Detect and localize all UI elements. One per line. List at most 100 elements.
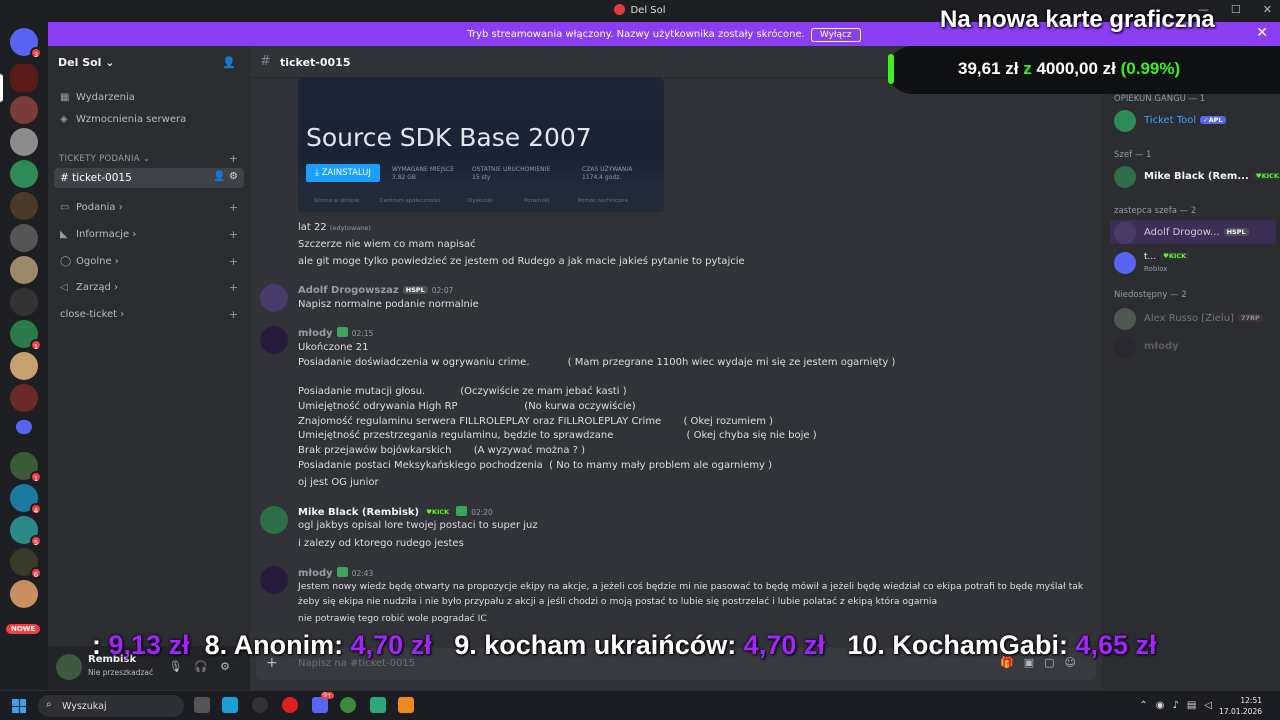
message-line: Znajomość regulaminu serwera FILLROLEPLA… (298, 416, 774, 427)
opera-icon[interactable] (282, 697, 298, 713)
channel-ticket-0015[interactable]: # ticket-0015 👤 ⚙ (54, 168, 244, 188)
server-boosts-link[interactable]: ◈ Wzmocnienia serwera (60, 114, 186, 125)
unread-badge: 1 (30, 471, 42, 483)
windows-start-icon[interactable] (12, 699, 26, 713)
app-icon[interactable] (398, 697, 414, 713)
role-badge-icon (336, 567, 348, 577)
task-view-icon[interactable] (194, 697, 210, 713)
steam-screenshot-attachment[interactable]: Source SDK Base 2007 ⤓ ZAINSTALUJ WYMAGA… (298, 78, 664, 212)
network-icon[interactable]: ▤ (1187, 700, 1204, 711)
message-line: Posiadanie mutacji głosu. (Oczywiście ze… (298, 386, 627, 397)
category-close-ticket[interactable]: close-ticket › (60, 309, 124, 320)
message-line: Napisz normalne podanie normalnie (298, 299, 479, 310)
top-donors-ticker: : 9,13 zł 8. Anonim: 4,70 zł 9. kocham u… (92, 630, 1157, 670)
server-icon[interactable] (10, 160, 38, 188)
category-informacje[interactable]: ◣ Informacje › (60, 229, 136, 240)
new-badge[interactable]: NOWE (6, 624, 41, 634)
donation-goal-box: 39,61 zł z 4000,00 zł (0.99%) (888, 46, 1280, 94)
maximize-icon[interactable]: ☐ (1231, 3, 1241, 16)
discord-tray-icon[interactable]: ◉ (1156, 700, 1173, 711)
taskbar-search[interactable]: ⌕ Wyszukaj (38, 695, 184, 717)
create-channel-icon[interactable]: + (229, 255, 238, 268)
server-del-sol[interactable] (10, 64, 38, 92)
discord-home-icon[interactable]: 3 (10, 28, 42, 59)
server-icon[interactable]: 1 (10, 452, 42, 483)
avatar[interactable] (260, 506, 288, 534)
server-icon[interactable]: 5 (10, 516, 42, 547)
donor-label: : (92, 630, 101, 660)
server-icon[interactable] (10, 288, 38, 316)
message-line: nie potrawię tego robić wole pogradać IC (298, 613, 487, 624)
windows-taskbar: ⌕ Wyszukaj 9+ ⌃◉♪▤◁ 12:51 17.01.2026 (0, 690, 1280, 720)
server-icon[interactable]: 6 (10, 548, 42, 579)
message-line: Umiejętność przestrzegania regulaminu, b… (298, 430, 817, 441)
message-author[interactable]: młody (298, 568, 333, 579)
donor-amount: 4,65 zł (1075, 630, 1157, 660)
category-podania[interactable]: ▭ Podania › (60, 202, 123, 213)
app-icon[interactable] (222, 697, 238, 713)
text-channel-icon: # (60, 172, 69, 184)
member-group-header: Niedostępny — 2 (1114, 290, 1187, 300)
gear-icon[interactable]: ⚙ (229, 171, 238, 182)
category-zarzad[interactable]: ◁ Zarząd › (60, 282, 118, 293)
message-timestamp: 02:15 (351, 329, 374, 338)
chrome-icon[interactable] (340, 697, 356, 713)
close-window-icon[interactable]: ✕ (1263, 3, 1272, 16)
member-group-header: Szef — 1 (1114, 150, 1152, 160)
stat-value: 1174,4 godz. (582, 174, 622, 181)
steam-icon[interactable] (252, 697, 268, 713)
message-line: Brak przejawów bojówkarskich (A wyzywać … (298, 445, 586, 456)
server-icon[interactable] (10, 96, 38, 124)
create-channel-icon[interactable]: + (229, 201, 238, 214)
message-timestamp: 02:20 (471, 508, 493, 517)
category-ogolne[interactable]: ◯ Ogolne › (60, 256, 119, 267)
app-icon[interactable] (370, 697, 386, 713)
create-channel-icon[interactable]: + (229, 308, 238, 321)
chat-area: # ticket-0015 Source SDK Base 2007 ⤓ ZAI… (250, 46, 1102, 690)
invite-people-icon[interactable]: 👤 (222, 56, 236, 69)
avatar[interactable] (260, 284, 288, 312)
server-icon[interactable] (10, 192, 38, 220)
add-member-icon[interactable]: 👤 (213, 171, 225, 182)
disable-streamer-mode-button[interactable]: Wyłącz (810, 28, 861, 42)
avatar[interactable] (260, 566, 288, 594)
events-link[interactable]: ▦ Wydarzenia (60, 92, 135, 103)
server-icon[interactable] (10, 224, 38, 252)
avatar[interactable] (260, 326, 288, 354)
message-line: Szczerze nie wiem co mam napisać (298, 239, 476, 250)
discord-taskbar-icon[interactable]: 9+ (312, 692, 334, 713)
server-icon[interactable]: 4 (10, 484, 42, 515)
server-icon[interactable]: 1 (10, 320, 42, 351)
steam-nav-item: Poradniki (524, 198, 550, 204)
donor-amount: 4,70 zł (350, 630, 432, 660)
avatar (1114, 252, 1136, 274)
server-icon[interactable] (10, 580, 38, 608)
avatar[interactable] (56, 654, 82, 680)
message-line: oj jest OG junior (298, 477, 379, 488)
close-banner-icon[interactable]: ✕ (1256, 25, 1268, 41)
create-channel-icon[interactable]: + (229, 152, 238, 165)
folder-icon[interactable] (16, 420, 32, 434)
create-channel-icon[interactable]: + (229, 228, 238, 241)
message-author[interactable]: Mike Black (Rembisk) (298, 507, 419, 518)
stat-label: WYMAGANE MIEJSCE (392, 166, 455, 173)
chevron-up-icon[interactable]: ⌃ (1139, 700, 1155, 711)
volume-icon[interactable]: ◁ (1204, 700, 1220, 711)
server-icon[interactable] (10, 384, 38, 412)
goal-separator: z (1023, 59, 1032, 78)
server-name-header[interactable]: Del Sol ⌄ (58, 56, 115, 69)
microphone-icon[interactable]: ♪ (1172, 700, 1186, 711)
category-tickety-podania[interactable]: TICKETY PODANIA ⌄ (59, 154, 150, 164)
message-author[interactable]: Adolf Drogowszaz (298, 285, 399, 296)
server-icon[interactable] (10, 128, 38, 156)
create-channel-icon[interactable]: + (229, 281, 238, 294)
server-icon[interactable] (10, 256, 38, 284)
message-line: Umiejętność odrywania High RP (No kurwa … (298, 401, 636, 412)
message-line: i zalezy od ktorego rudego jestes (298, 538, 464, 549)
taskbar-clock[interactable]: 12:51 17.01.2026 (1219, 695, 1262, 717)
text-channel-icon: # (260, 54, 271, 69)
category-emoji-icon: ▭ (60, 202, 70, 213)
server-icon[interactable] (10, 352, 38, 380)
avatar (1114, 336, 1136, 358)
message-author[interactable]: młody (298, 328, 333, 339)
